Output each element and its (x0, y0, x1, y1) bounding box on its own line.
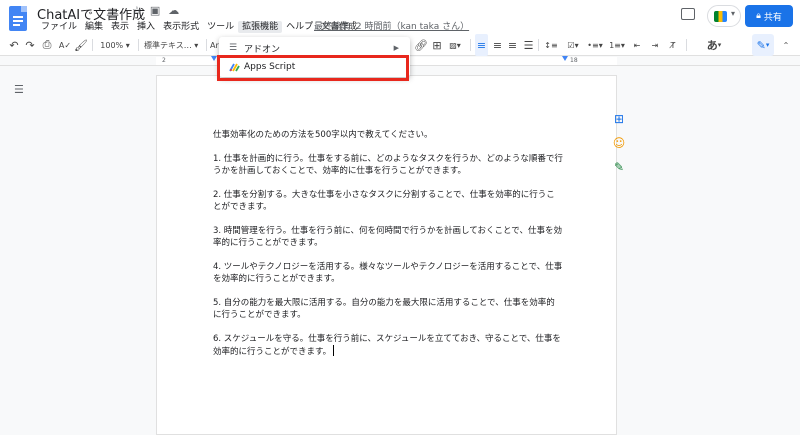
zoom-select[interactable]: 100% ▾ (97, 34, 133, 56)
share-label: 共有 (763, 12, 782, 23)
document-paragraph: 2. 仕事を分割する。大きな仕事を小さなタスクに分割することで、仕事を効率的に行… (213, 190, 555, 212)
menu-insert[interactable]: 挿入 (133, 21, 159, 33)
cloud-icon[interactable]: ☁ (168, 4, 179, 17)
title-bar: ChatAIで文書作成 ☆ ▣ ☁ ファイル 編集 表示 挿入 表示形式 ツール… (0, 0, 800, 34)
numbered-list-icon[interactable]: 1≡▾ (607, 34, 627, 56)
print-icon[interactable]: ⎙ (41, 34, 53, 56)
comment-history-icon[interactable] (681, 8, 695, 20)
folder-icon[interactable]: ▣ (150, 4, 160, 17)
menu-extensions[interactable]: 拡張機能 (238, 21, 283, 33)
title-icons: ☆ ▣ ☁ (132, 4, 179, 17)
paint-format-icon[interactable]: 🖌︎ (74, 34, 88, 56)
clear-formatting-icon[interactable]: T̸ (666, 34, 680, 56)
input-tools-select[interactable]: あ ▾ (704, 34, 724, 56)
increase-indent-icon[interactable]: ⇥ (648, 34, 662, 56)
undo-icon[interactable]: ↶ (8, 34, 20, 56)
document-paragraph: 6. スケジュールを守る。仕事を行う前に、スケジュールを立てておき、守ることで、… (213, 334, 561, 357)
checklist-icon[interactable]: ☑▾ (563, 34, 583, 56)
editing-mode-button[interactable]: ✎ ▾ (752, 34, 774, 56)
style-select[interactable]: 標準テキス… ▾ (144, 34, 206, 56)
menu-item-label: アドオン (244, 44, 281, 55)
document-last-paragraph: 6. スケジュールを守る。仕事を行う前に、スケジュールを立てておき、守ることで、… (213, 333, 563, 358)
document-paragraph: 1. 仕事を計画的に行う。仕事をする前に、どのようなタスクを行うか、どのような順… (213, 154, 563, 176)
link-icon[interactable]: 🔗︎ (414, 34, 428, 56)
bulleted-list-icon[interactable]: •≡▾ (585, 34, 605, 56)
ruler-tick: 18 (570, 57, 578, 64)
spellcheck-icon[interactable]: A✓ (58, 34, 72, 56)
align-left-icon[interactable]: ≡ (475, 34, 488, 56)
meet-icon (714, 11, 727, 22)
menu-format[interactable]: 表示形式 (159, 21, 203, 33)
submenu-arrow-icon: ▶ (393, 44, 399, 52)
align-right-icon[interactable]: ≡ (506, 34, 519, 56)
add-comment-icon[interactable]: ⊞ (612, 112, 626, 126)
addon-icon: ☰ (229, 43, 238, 53)
menu-edit[interactable]: 編集 (81, 21, 107, 33)
menu-bar: ファイル 編集 表示 挿入 表示形式 ツール 拡張機能 ヘルプ 文書作成 (37, 21, 361, 33)
last-edit-link[interactable]: 最終編集: 2 時間前（kan taka さん） (314, 21, 469, 33)
lock-icon: 🔒︎ (756, 11, 761, 21)
document-paragraph: 3. 時間管理を行う。仕事を行う前に、何を何時間で行うかを計画しておくことで、仕… (213, 226, 562, 248)
align-justify-icon[interactable]: ☰ (522, 34, 535, 56)
document-paragraph: 仕事効率化のための方法を500字以内で教えてください。 (213, 130, 433, 140)
text-cursor (333, 345, 335, 356)
document-body[interactable]: 仕事効率化のための方法を500字以内で教えてください。 1. 仕事を計画的に行う… (213, 129, 563, 370)
document-paragraph: 5. 自分の能力を最大限に活用する。自分の能力を最大限に活用することで、仕事を効… (213, 298, 555, 320)
docs-logo-icon[interactable] (9, 6, 27, 31)
suggest-edits-icon[interactable]: ✎ (612, 160, 626, 174)
document-paragraph: 4. ツールやテクノロジーを活用する。様々なツールやテクノロジーを活用することで… (213, 262, 563, 284)
document-outline-icon[interactable]: ☰ (14, 84, 26, 96)
emoji-reaction-icon[interactable]: ☺ (612, 136, 626, 150)
menu-view[interactable]: 表示 (107, 21, 133, 33)
share-button[interactable]: 🔒︎ 共有 (745, 5, 793, 27)
collapse-menu-icon[interactable]: ⌃ (780, 34, 792, 56)
redo-icon[interactable]: ↷ (24, 34, 36, 56)
menu-tools[interactable]: ツール (203, 21, 238, 33)
chevron-down-icon: ▾ (731, 9, 736, 18)
menu-help[interactable]: ヘルプ (282, 21, 317, 33)
star-icon[interactable]: ☆ (132, 4, 142, 17)
decrease-indent-icon[interactable]: ⇤ (630, 34, 644, 56)
document-page[interactable]: 仕事効率化のための方法を500字以内で教えてください。 1. 仕事を計画的に行う… (156, 75, 617, 435)
insert-image-icon[interactable]: ▨▾ (447, 34, 463, 56)
apps-script-highlight (217, 55, 409, 81)
menu-file[interactable]: ファイル (37, 21, 81, 33)
ruler-tick: 2 (162, 57, 166, 64)
line-spacing-icon[interactable]: ↕≡ (543, 34, 559, 56)
meet-button[interactable]: ▾ (707, 5, 741, 27)
align-center-icon[interactable]: ≡ (491, 34, 504, 56)
insert-comment-icon[interactable]: ⊞ (431, 34, 443, 56)
